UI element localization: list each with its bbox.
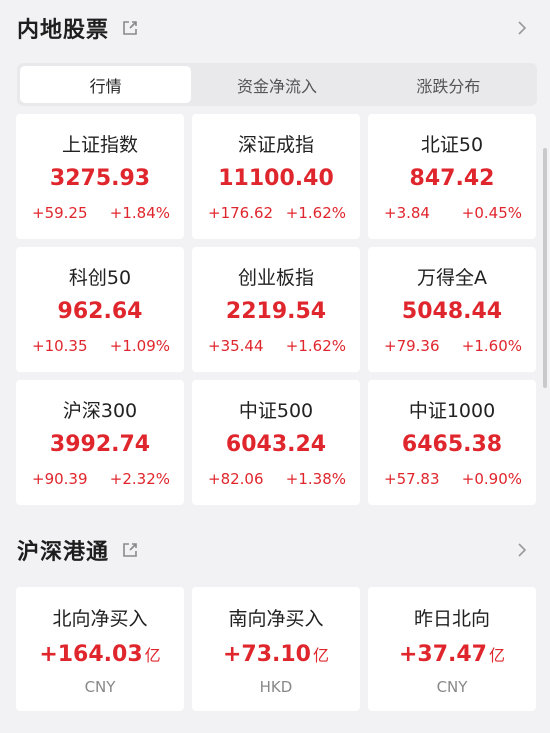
- index-change-pct: +1.09%: [109, 337, 170, 355]
- index-card-szse[interactable]: 深证成指 11100.40 +176.62 +1.62%: [192, 114, 360, 239]
- index-change: +57.83: [384, 470, 440, 488]
- section-title: 沪深港通: [17, 540, 110, 565]
- index-value: 5048.44: [401, 299, 503, 324]
- index-name: 中证500: [238, 400, 314, 422]
- index-name: 万得全A: [417, 267, 487, 289]
- index-value: 6465.38: [401, 432, 503, 457]
- index-name: 北证50: [420, 134, 484, 156]
- index-change: +59.25: [32, 204, 88, 222]
- index-card-wind-a[interactable]: 万得全A 5048.44 +79.36 +1.60%: [368, 247, 536, 372]
- index-change: +82.06: [208, 470, 264, 488]
- index-change-pct: +1.84%: [109, 204, 170, 222]
- index-change: +35.44: [208, 337, 264, 355]
- external-link-icon[interactable]: [121, 541, 139, 559]
- section-header-connect[interactable]: 沪深港通: [0, 530, 550, 570]
- index-name: 上证指数: [61, 134, 138, 156]
- index-name: 中证1000: [408, 400, 496, 422]
- index-card-csi300[interactable]: 沪深300 3992.74 +90.39 +2.32%: [16, 380, 184, 505]
- flow-grid: 北向净买入 +164.03 亿 CNY 南向净买入 +73.10 亿 HKD 昨日北…: [16, 587, 536, 711]
- index-value: 847.42: [409, 166, 495, 191]
- flow-value: +37.47: [398, 642, 487, 667]
- flow-unit: 亿: [313, 646, 330, 665]
- index-change: +79.36: [384, 337, 440, 355]
- chevron-right-icon[interactable]: [514, 20, 530, 36]
- external-link-icon[interactable]: [121, 19, 139, 37]
- index-card-csi1000[interactable]: 中证1000 6465.38 +57.83 +0.90%: [368, 380, 536, 505]
- flow-unit: 亿: [144, 646, 161, 665]
- flow-value: +164.03: [39, 642, 143, 667]
- index-card-star50[interactable]: 科创50 962.64 +10.35 +1.09%: [16, 247, 184, 372]
- index-value: 2219.54: [225, 299, 327, 324]
- index-card-chinext[interactable]: 创业板指 2219.54 +35.44 +1.62%: [192, 247, 360, 372]
- flow-card-northbound[interactable]: 北向净买入 +164.03 亿 CNY: [16, 587, 184, 711]
- flow-name: 昨日北向: [413, 608, 490, 630]
- index-change-pct: +0.90%: [461, 470, 522, 488]
- flow-currency: CNY: [436, 678, 468, 696]
- flow-card-yesterday-north[interactable]: 昨日北向 +37.47 亿 CNY: [368, 587, 536, 711]
- index-value: 6043.24: [225, 432, 327, 457]
- flow-card-southbound[interactable]: 南向净买入 +73.10 亿 HKD: [192, 587, 360, 711]
- index-change: +176.62: [208, 204, 274, 222]
- flow-name: 北向净买入: [52, 608, 148, 630]
- tab-bar: 行情 资金净流入 涨跌分布: [17, 63, 537, 106]
- flow-unit: 亿: [489, 646, 506, 665]
- flow-name: 南向净买入: [228, 608, 324, 630]
- index-change-pct: +1.62%: [285, 337, 346, 355]
- tab-net-inflow[interactable]: 资金净流入: [191, 66, 362, 103]
- index-card-bse50[interactable]: 北证50 847.42 +3.84 +0.45%: [368, 114, 536, 239]
- tab-market[interactable]: 行情: [20, 66, 192, 103]
- index-card-sse[interactable]: 上证指数 3275.93 +59.25 +1.84%: [16, 114, 184, 239]
- flow-currency: CNY: [84, 678, 116, 696]
- tab-distribution[interactable]: 涨跌分布: [363, 66, 534, 103]
- index-name: 沪深300: [62, 400, 138, 422]
- index-change-pct: +1.60%: [461, 337, 522, 355]
- index-change-pct: +0.45%: [461, 204, 522, 222]
- index-change-pct: +1.62%: [285, 204, 346, 222]
- index-change: +3.84: [384, 204, 430, 222]
- index-value: 962.64: [57, 299, 143, 324]
- index-value: 3275.93: [49, 166, 151, 191]
- section-header-mainland[interactable]: 内地股票: [0, 8, 550, 48]
- index-name: 科创50: [68, 267, 132, 289]
- flow-value: +73.10: [222, 642, 311, 667]
- index-change-pct: +2.32%: [109, 470, 170, 488]
- section-title: 内地股票: [17, 18, 110, 43]
- flow-currency: HKD: [259, 678, 293, 696]
- index-change-pct: +1.38%: [285, 470, 346, 488]
- index-name: 创业板指: [237, 267, 314, 289]
- index-value: 11100.40: [218, 166, 334, 191]
- index-name: 深证成指: [237, 134, 314, 156]
- index-change: +90.39: [32, 470, 88, 488]
- chevron-right-icon[interactable]: [514, 542, 530, 558]
- index-change: +10.35: [32, 337, 88, 355]
- index-card-csi500[interactable]: 中证500 6043.24 +82.06 +1.38%: [192, 380, 360, 505]
- index-grid: 上证指数 3275.93 +59.25 +1.84% 深证成指 11100.40 …: [16, 114, 536, 505]
- scrollbar[interactable]: [543, 148, 547, 388]
- index-value: 3992.74: [49, 432, 151, 457]
